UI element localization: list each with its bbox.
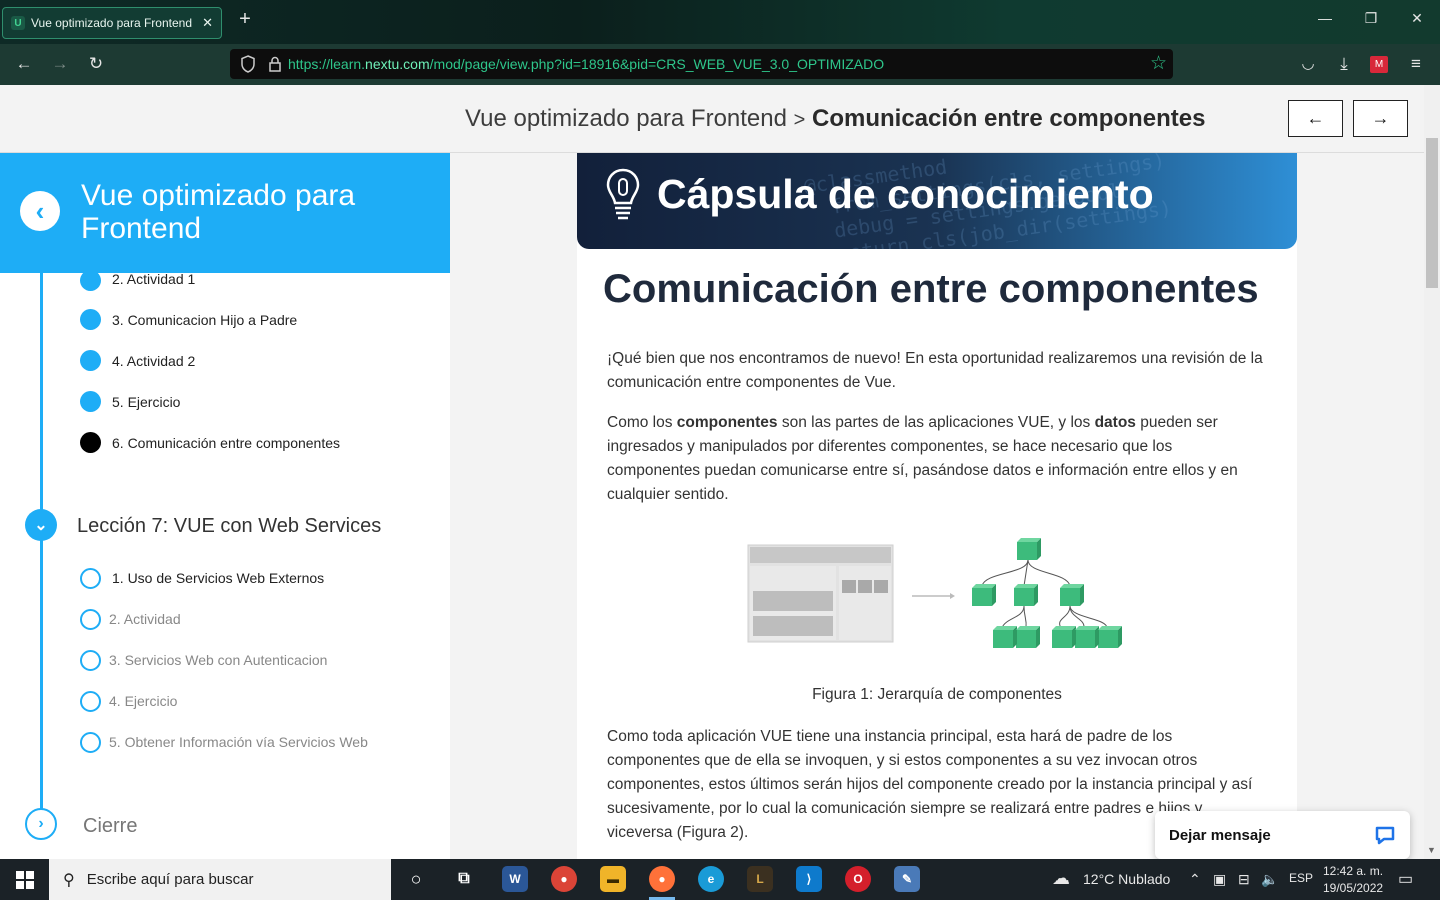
- sidebar-item-locked: 5. Obtener Información vía Servicios Web: [109, 734, 368, 750]
- clock-time[interactable]: 12:42 a. m.: [1323, 864, 1383, 878]
- cortana-icon[interactable]: ○: [403, 866, 429, 892]
- course-sidebar: 2. Actividad 1 3. Comunicacion Hijo a Pa…: [0, 153, 450, 859]
- chevron-down-icon[interactable]: ⌄: [25, 509, 57, 541]
- word-icon[interactable]: W: [502, 866, 528, 892]
- scrollbar-thumb[interactable]: [1426, 138, 1438, 288]
- banner: @classmethod from_settings(cls, settings…: [577, 153, 1297, 249]
- sidebar-item-current[interactable]: 6. Comunicación entre componentes: [112, 435, 340, 451]
- sidebar-item-locked: 3. Servicios Web con Autenticacion: [109, 652, 328, 668]
- chat-widget[interactable]: Dejar mensaje: [1155, 811, 1410, 859]
- breadcrumb-current: Comunicación entre componentes: [812, 105, 1206, 132]
- browser-tab[interactable]: U Vue optimizado para Frontend ✕: [2, 7, 222, 39]
- lesson-title[interactable]: Lección 7: VUE con Web Services: [77, 515, 381, 538]
- meet-icon[interactable]: ▣: [1213, 871, 1226, 888]
- back-icon[interactable]: ←: [12, 54, 36, 74]
- cloud-icon: ☁: [1052, 868, 1070, 888]
- volume-icon[interactable]: 🔈: [1261, 871, 1278, 888]
- shield-icon: [241, 55, 255, 73]
- paragraph-components: Como los componentes son las partes de l…: [607, 414, 1238, 503]
- scroll-down-icon[interactable]: ▼: [1427, 845, 1436, 855]
- figure-caption: Figura 1: Jerarquía de componentes: [812, 686, 1062, 703]
- status-dot-locked: [80, 691, 101, 712]
- game-icon[interactable]: L: [747, 866, 773, 892]
- component-hierarchy-figure: [747, 538, 1122, 648]
- opera-icon[interactable]: O: [845, 866, 871, 892]
- chrome-icon[interactable]: ●: [551, 866, 577, 892]
- minimize-icon[interactable]: —: [1310, 10, 1340, 26]
- progress-line-2: [40, 538, 43, 838]
- notification-icon[interactable]: ▭: [1398, 869, 1413, 889]
- windows-taskbar: ⚲ Escribe aquí para buscar ○ ⧉ W ● ▬ ● e…: [0, 859, 1440, 900]
- weather-text[interactable]: 12°C Nublado: [1083, 871, 1170, 887]
- bookmark-star-icon[interactable]: ☆: [1150, 52, 1167, 75]
- vue-favicon-icon: U: [11, 16, 25, 30]
- sidebar-item[interactable]: 5. Ejercicio: [112, 394, 180, 410]
- task-view-icon[interactable]: ⧉: [451, 866, 477, 892]
- status-dot-done: [80, 309, 101, 330]
- paint-icon[interactable]: ✎: [894, 866, 920, 892]
- search-placeholder: Escribe aquí para buscar: [86, 871, 254, 888]
- pocket-icon[interactable]: ◡: [1296, 54, 1320, 72]
- lightbulb-icon: [606, 168, 640, 220]
- breadcrumb: Vue optimizado para Frontend > Comunicac…: [465, 105, 1205, 133]
- restore-icon[interactable]: ❐: [1356, 10, 1386, 27]
- forward-icon[interactable]: →: [48, 54, 72, 74]
- sidebar-item[interactable]: 3. Comunicacion Hijo a Padre: [112, 312, 297, 328]
- network-icon[interactable]: ⊟: [1238, 871, 1250, 888]
- language-indicator[interactable]: ESP: [1289, 871, 1313, 885]
- next-page-button[interactable]: →: [1353, 100, 1408, 137]
- chevron-left-icon[interactable]: ‹: [20, 191, 60, 231]
- chevron-right-icon[interactable]: ›: [25, 808, 57, 840]
- breadcrumb-course[interactable]: Vue optimizado para Frontend: [465, 105, 787, 132]
- extension-icon[interactable]: M: [1370, 56, 1388, 73]
- status-dot-locked: [80, 732, 101, 753]
- reload-icon[interactable]: ↻: [84, 54, 108, 74]
- status-dot-open: [80, 568, 101, 589]
- sidebar-item[interactable]: 2. Actividad 1: [112, 271, 195, 287]
- sidebar-header: ‹ Vue optimizado para Frontend: [0, 153, 450, 273]
- prev-page-button[interactable]: ←: [1288, 100, 1343, 137]
- tab-title: Vue optimizado para Frontend: [31, 16, 192, 30]
- status-dot-locked: [80, 609, 101, 630]
- main-content: @classmethod from_settings(cls, settings…: [450, 153, 1424, 859]
- url-bar[interactable]: https://learn.nextu.com/mod/page/view.ph…: [230, 49, 1173, 79]
- browser-tab-bar: U Vue optimizado para Frontend ✕ + — ❐ ✕: [0, 0, 1440, 44]
- sidebar-item[interactable]: 1. Uso de Servicios Web Externos: [112, 570, 324, 586]
- file-explorer-icon[interactable]: ▬: [600, 866, 626, 892]
- sidebar-title: Vue optimizado para Frontend: [81, 179, 356, 245]
- search-icon: ⚲: [63, 871, 75, 889]
- sidebar-item-locked: 2. Actividad: [109, 611, 181, 627]
- course-header: Vue optimizado para Frontend > Comunicac…: [0, 85, 1424, 153]
- tray-chevron-icon[interactable]: ⌃: [1189, 871, 1201, 888]
- page-scrollbar[interactable]: ▲ ▼: [1424, 85, 1440, 859]
- lock-icon: [269, 56, 281, 72]
- vscode-icon[interactable]: ⟩: [796, 866, 822, 892]
- banner-title: Cápsula de conocimiento: [657, 171, 1154, 217]
- status-dot-locked: [80, 650, 101, 671]
- url-text: https://learn.nextu.com/mod/page/view.ph…: [288, 56, 885, 72]
- close-window-icon[interactable]: ✕: [1402, 10, 1432, 27]
- windows-start-icon[interactable]: [16, 871, 34, 889]
- new-tab-icon[interactable]: +: [230, 8, 260, 31]
- chat-bubble-icon: [1375, 826, 1395, 845]
- chat-label: Dejar mensaje: [1169, 826, 1271, 844]
- download-icon[interactable]: ⤓: [1332, 54, 1356, 74]
- sidebar-item-locked: 4. Ejercicio: [109, 693, 178, 709]
- menu-icon[interactable]: ≡: [1404, 54, 1428, 74]
- clock-date[interactable]: 19/05/2022: [1323, 881, 1383, 895]
- status-dot-current: [80, 432, 101, 453]
- closing-section[interactable]: Cierre: [83, 815, 137, 838]
- browser-nav-bar: ← → ↻ https://learn.nextu.com/mod/page/v…: [0, 44, 1440, 85]
- sidebar-item[interactable]: 4. Actividad 2: [112, 353, 195, 369]
- close-tab-icon[interactable]: ✕: [202, 15, 213, 31]
- taskbar-search[interactable]: ⚲ Escribe aquí para buscar: [49, 859, 391, 900]
- edge-icon[interactable]: e: [698, 866, 724, 892]
- breadcrumb-separator: >: [793, 109, 806, 131]
- page-title: Comunicación entre componentes: [603, 267, 1259, 311]
- status-dot-done: [80, 270, 101, 291]
- paragraph-intro: ¡Qué bien que nos encontramos de nuevo! …: [607, 350, 1263, 391]
- firefox-icon[interactable]: ●: [649, 866, 675, 892]
- status-dot-done: [80, 350, 101, 371]
- status-dot-done: [80, 391, 101, 412]
